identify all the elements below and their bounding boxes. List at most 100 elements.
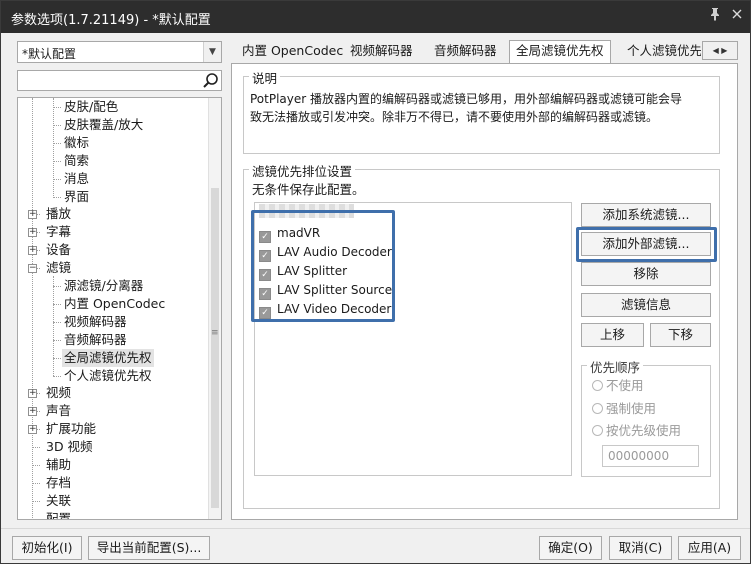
tab-opencodec[interactable]: 内置 OpenCodec <box>236 41 349 63</box>
description-text: PotPlayer 播放器内置的编解码器或滤镜已够用，用外部编解码器或滤镜可能会… <box>250 90 720 126</box>
expand-icon[interactable]: + <box>28 425 37 435</box>
tree-item[interactable]: 配置 <box>44 510 73 519</box>
tree-item[interactable]: 声音 <box>44 402 73 420</box>
search-input[interactable] <box>17 70 222 91</box>
tree-item[interactable]: 源滤镜/分离器 <box>62 277 145 295</box>
description-title: 说明 <box>249 68 281 87</box>
tree-item[interactable]: 消息 <box>62 170 91 188</box>
filter-info-button[interactable]: 滤镜信息 <box>581 293 711 317</box>
radio-label: 按优先级使用 <box>606 423 682 438</box>
radio-circle-icon <box>592 425 603 436</box>
tree-item[interactable]: 关联 <box>44 492 73 510</box>
tab-label: 音频解码器 <box>434 43 497 58</box>
priority-title: 优先顺序 <box>587 357 644 376</box>
scrollbar-thumb[interactable] <box>211 188 219 508</box>
tree-item[interactable]: 设备 <box>44 241 73 259</box>
expand-icon[interactable]: + <box>28 228 37 238</box>
initialize-button[interactable]: 初始化(I) <box>12 536 82 560</box>
tree-item[interactable]: 界面 <box>62 188 91 206</box>
expand-icon[interactable]: + <box>28 246 37 256</box>
ok-button[interactable]: 确定(O) <box>539 536 602 560</box>
radio-label: 强制使用 <box>606 401 657 416</box>
tab-scroll-arrows[interactable]: ◀ ▶ <box>702 41 738 60</box>
radio-priority-use[interactable]: 按优先级使用 <box>592 422 681 440</box>
tree-guide-line <box>53 178 61 180</box>
tab-label: 视频解码器 <box>350 43 413 58</box>
tree-guide-line <box>32 98 33 518</box>
preferences-window: 参数选项(1.7.21149) - *默认配置 *默认配置 ▼ 皮肤/配色 皮肤覆… <box>0 0 751 564</box>
expand-icon[interactable]: + <box>28 210 37 220</box>
preset-value: *默认配置 <box>22 47 77 61</box>
tree-item[interactable]: 个人滤镜优先权 <box>62 367 154 385</box>
settings-tree: 皮肤/配色 皮肤覆盖/放大 徽标 简索 消息 界面 + 播放 + 字幕 + 设备 − 滤镜 源滤镜/分离器内… <box>17 97 222 520</box>
tab-audio-decoder[interactable]: 音频解码器 <box>428 41 503 63</box>
tree-item[interactable]: 播放 <box>44 205 73 223</box>
tree-guide-line <box>53 124 61 126</box>
tab-label: 内置 OpenCodec <box>242 43 344 58</box>
tree-guide-line <box>53 339 61 341</box>
radio-not-use[interactable]: 不使用 <box>592 377 644 395</box>
preset-dropdown[interactable]: *默认配置 ▼ <box>17 41 222 63</box>
tab-global-filter-priority[interactable]: 全局滤镜优先权 <box>509 40 611 63</box>
tree-item[interactable]: 全局滤镜优先权 <box>62 348 154 367</box>
filter-settings-title: 滤镜优先排位设置 <box>249 161 356 180</box>
tree-item[interactable]: 字幕 <box>44 223 73 241</box>
priority-value-input[interactable]: 00000000 <box>602 445 699 467</box>
tree-item[interactable]: 存档 <box>44 474 73 492</box>
tree-guide-line <box>53 303 61 305</box>
filter-list-highlight <box>251 210 395 322</box>
tree-item[interactable]: 皮肤/配色 <box>62 98 120 116</box>
tree-item[interactable]: 徽标 <box>62 134 91 152</box>
search-icon[interactable] <box>202 72 220 89</box>
tree-guide-line <box>53 98 54 198</box>
tree-guide-line <box>53 321 61 323</box>
tab-label: 全局滤镜优先权 <box>516 43 604 58</box>
tree-item[interactable]: 视频 <box>44 384 73 402</box>
tree-item[interactable]: 简索 <box>62 152 91 170</box>
expand-icon[interactable]: + <box>28 389 37 399</box>
move-up-button[interactable]: 上移 <box>581 323 644 347</box>
tree-guide-line <box>53 160 61 162</box>
tree-guide-line <box>53 276 54 376</box>
tree-item[interactable]: 辅助 <box>44 456 73 474</box>
tree-item[interactable]: 内置 OpenCodec <box>62 295 167 313</box>
grip-icon: ≡ <box>211 328 219 338</box>
radio-circle-icon <box>592 380 603 391</box>
chevron-down-icon[interactable]: ▼ <box>203 42 221 62</box>
tree-guide-line <box>53 196 61 198</box>
tree-scrollbar[interactable]: ≡ <box>208 98 221 519</box>
description-line: PotPlayer 播放器内置的编解码器或滤镜已够用，用外部编解码器或滤镜可能会… <box>250 92 683 106</box>
add-external-highlight <box>576 227 717 262</box>
cancel-button[interactable]: 取消(C) <box>609 536 672 560</box>
close-icon[interactable] <box>727 7 747 27</box>
tree-item[interactable]: 音频解码器 <box>62 331 129 349</box>
footer-separator <box>1 528 750 529</box>
tab-video-decoder[interactable]: 视频解码器 <box>344 41 419 63</box>
tab-personal-filter-priority[interactable]: 个人滤镜优先 <box>621 41 701 63</box>
tree-item[interactable]: 滤镜 <box>44 259 73 277</box>
export-config-button[interactable]: 导出当前配置(S)... <box>88 536 210 560</box>
radio-label: 不使用 <box>606 378 644 393</box>
tree-item[interactable]: 扩展功能 <box>44 420 98 438</box>
apply-button[interactable]: 应用(A) <box>678 536 741 560</box>
add-system-filter-button[interactable]: 添加系统滤镜... <box>581 203 711 227</box>
description-line: 致无法播放或引发冲突。除非万不得已，请不要使用外部的编解码器或滤镜。 <box>250 110 659 124</box>
move-down-button[interactable]: 下移 <box>650 323 711 347</box>
collapse-icon[interactable]: − <box>28 264 37 274</box>
tree-guide-line <box>32 465 40 466</box>
tree-guide-line <box>53 375 61 377</box>
radio-force-use[interactable]: 强制使用 <box>592 400 656 418</box>
tree-item[interactable]: 视频解码器 <box>62 313 129 331</box>
remove-button[interactable]: 移除 <box>581 262 711 286</box>
expand-icon[interactable]: + <box>28 407 37 417</box>
tab-label: 个人滤镜优先 <box>627 43 701 58</box>
title-bar: 参数选项(1.7.21149) - *默认配置 <box>1 1 750 33</box>
tree-item[interactable]: 皮肤覆盖/放大 <box>62 116 145 134</box>
pin-icon[interactable] <box>705 7 725 27</box>
tree-guide-line <box>32 500 40 502</box>
radio-circle-icon <box>592 403 603 414</box>
tree-guide-line <box>32 518 40 519</box>
tree-guide-line <box>53 107 61 108</box>
tree-item[interactable]: 3D 视频 <box>44 438 95 456</box>
tree-guide-line <box>53 142 61 144</box>
